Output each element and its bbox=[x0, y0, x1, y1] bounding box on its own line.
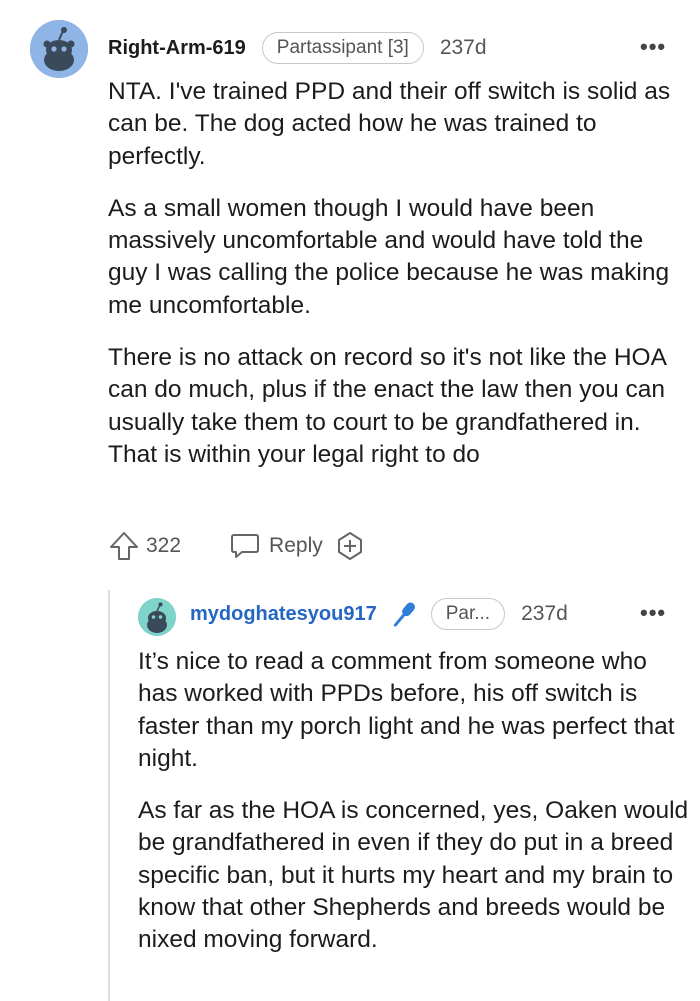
reply-paragraph: As far as the HOA is concerned, yes, Oak… bbox=[138, 797, 689, 954]
reply-age: 237d bbox=[521, 602, 568, 625]
comment-meta: Right-Arm-619 Partassipant [3] 237d bbox=[108, 32, 487, 64]
comment-age: 237d bbox=[439, 36, 487, 59]
award-button[interactable] bbox=[335, 531, 365, 561]
snoo-avatar-icon[interactable] bbox=[138, 598, 176, 636]
upvote-arrow-icon bbox=[110, 532, 138, 560]
snoo-avatar-icon[interactable] bbox=[30, 20, 88, 78]
reply-paragraph: It’s nice to read a comment from someone… bbox=[138, 648, 675, 772]
comment-paragraph: There is no attack on record so it's not… bbox=[108, 344, 666, 468]
vote-score: 322 bbox=[146, 534, 182, 557]
comment-paragraph: NTA. I've trained PPD and their off swit… bbox=[108, 78, 671, 170]
more-dots-icon[interactable]: ••• bbox=[640, 34, 666, 60]
reply-username[interactable]: mydoghatesyou917 bbox=[190, 603, 377, 626]
reply-body: It’s nice to read a comment from someone… bbox=[138, 646, 693, 977]
thread-line[interactable] bbox=[108, 590, 110, 1001]
user-flair: Partassipant [3] bbox=[261, 32, 424, 64]
award-plus-icon bbox=[337, 532, 362, 560]
comment-actions: 322 Reply bbox=[108, 530, 365, 562]
comment-username[interactable]: Right-Arm-619 bbox=[108, 37, 246, 60]
reply-meta: mydoghatesyou917 Par... 237d bbox=[190, 598, 568, 630]
reply-label: Reply bbox=[269, 534, 323, 557]
upvote-button[interactable]: 322 bbox=[108, 530, 181, 562]
reply-button[interactable]: Reply bbox=[229, 531, 323, 561]
more-dots-icon[interactable]: ••• bbox=[640, 600, 666, 626]
microphone-icon bbox=[391, 599, 417, 629]
user-flair: Par... bbox=[430, 598, 506, 630]
comment-body: NTA. I've trained PPD and their off swit… bbox=[108, 76, 688, 491]
reply-bubble-icon bbox=[231, 534, 260, 558]
comment-paragraph: As a small women though I would have bee… bbox=[108, 194, 670, 319]
